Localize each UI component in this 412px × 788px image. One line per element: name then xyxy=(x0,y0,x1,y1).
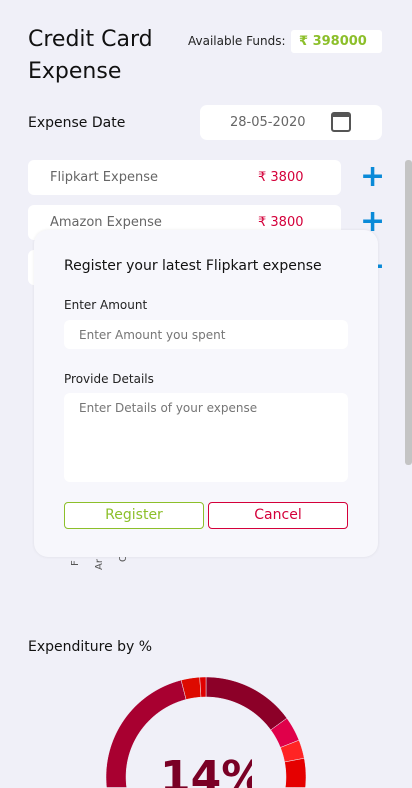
expense-amount: ₹ 3800 xyxy=(258,170,304,185)
cancel-button[interactable]: Cancel xyxy=(208,502,348,529)
donut-center-label-wrap: 14% xyxy=(160,756,252,788)
amount-input[interactable] xyxy=(64,320,348,349)
expense-date-label: Expense Date xyxy=(28,115,126,131)
modal-title: Register your latest Flipkart expense xyxy=(64,258,322,274)
donut-segment xyxy=(267,757,307,788)
calendar-icon[interactable] xyxy=(331,112,351,132)
page-title: Credit Card Expense xyxy=(28,27,153,84)
add-flipkart-expense-plus-icon[interactable]: + xyxy=(360,162,385,192)
expense-date-picker[interactable]: 28-05-2020 xyxy=(200,105,382,140)
available-funds-value: ₹ 398000 xyxy=(291,30,382,53)
axis-label: Ar xyxy=(94,559,105,570)
expense-row-flipkart: Flipkart Expense ₹ 3800 xyxy=(28,160,341,195)
expense-date-value: 28-05-2020 xyxy=(230,115,306,130)
donut-segment xyxy=(199,676,207,698)
register-button[interactable]: Register xyxy=(64,502,204,529)
amount-label: Enter Amount xyxy=(64,298,148,312)
expense-amount: ₹ 3800 xyxy=(258,215,304,230)
expense-label: Amazon Expense xyxy=(50,215,162,230)
axis-label: F xyxy=(70,560,81,566)
register-expense-modal: Register your latest Flipkart expense En… xyxy=(34,230,378,557)
expense-label: Flipkart Expense xyxy=(50,170,158,185)
details-textarea[interactable] xyxy=(64,393,348,482)
available-funds-label: Available Funds: xyxy=(188,34,286,48)
scrollbar-thumb[interactable] xyxy=(405,160,412,465)
donut-segment xyxy=(205,676,288,731)
donut-center-label: 14% xyxy=(160,756,252,788)
details-label: Provide Details xyxy=(64,372,154,386)
